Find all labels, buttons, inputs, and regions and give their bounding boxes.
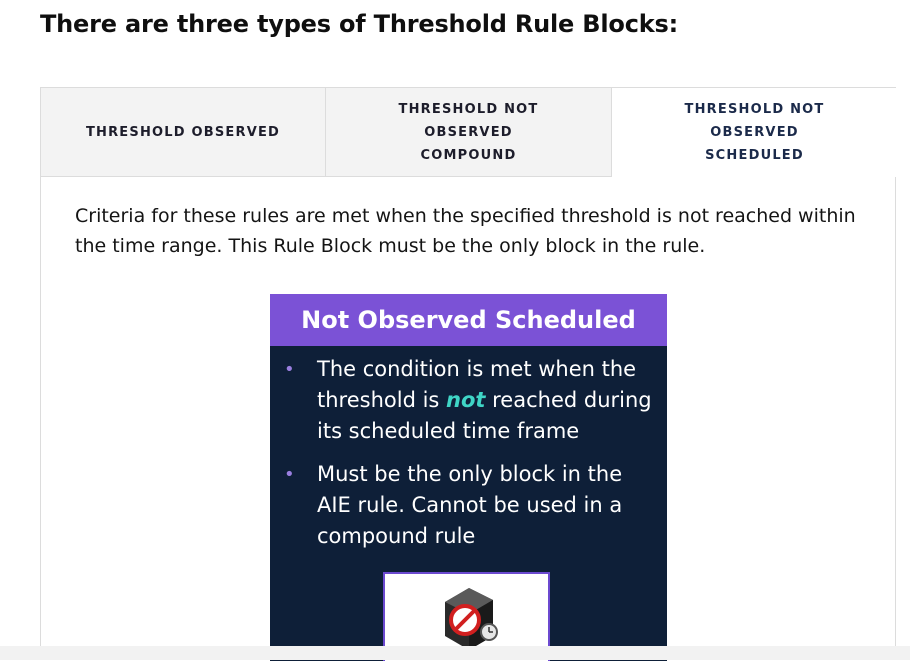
bullet-emphasis: not [446, 388, 486, 412]
tab-panel: THRESHOLD OBSERVED THRESHOLD NOT OBSERVE… [40, 87, 897, 661]
tab-label: THRESHOLD OBSERVED [85, 124, 281, 140]
tab-threshold-not-observed-scheduled[interactable]: THRESHOLD NOT OBSERVED SCHEDULED [612, 88, 897, 177]
tab-label: THRESHOLD NOT OBSERVED COMPOUND [398, 101, 539, 163]
slide-bullet: • The condition is met when the threshol… [270, 354, 667, 447]
tab-bar: THRESHOLD OBSERVED THRESHOLD NOT OBSERVE… [41, 88, 897, 177]
tab-threshold-not-observed-compound[interactable]: THRESHOLD NOT OBSERVED COMPOUND [326, 88, 612, 177]
page-heading: There are three types of Threshold Rule … [40, 10, 678, 38]
bullet-icon: • [284, 464, 295, 485]
slide-bullet: • Must be the only block in the AIE rule… [270, 459, 667, 552]
tab-label: THRESHOLD NOT OBSERVED SCHEDULED [684, 102, 825, 163]
tab-description: Criteria for these rules are met when th… [75, 205, 856, 257]
slide-bullet-list: • The condition is met when the threshol… [270, 354, 667, 564]
slide-image: Not Observed Scheduled • The condition i… [270, 294, 667, 661]
bullet-icon: • [284, 359, 295, 380]
slide-title: Not Observed Scheduled [270, 294, 667, 346]
tab-threshold-observed[interactable]: THRESHOLD OBSERVED [41, 88, 326, 177]
bullet-text: Must be the only block in the AIE rule. … [317, 462, 623, 548]
page-footer-strip [0, 646, 910, 660]
